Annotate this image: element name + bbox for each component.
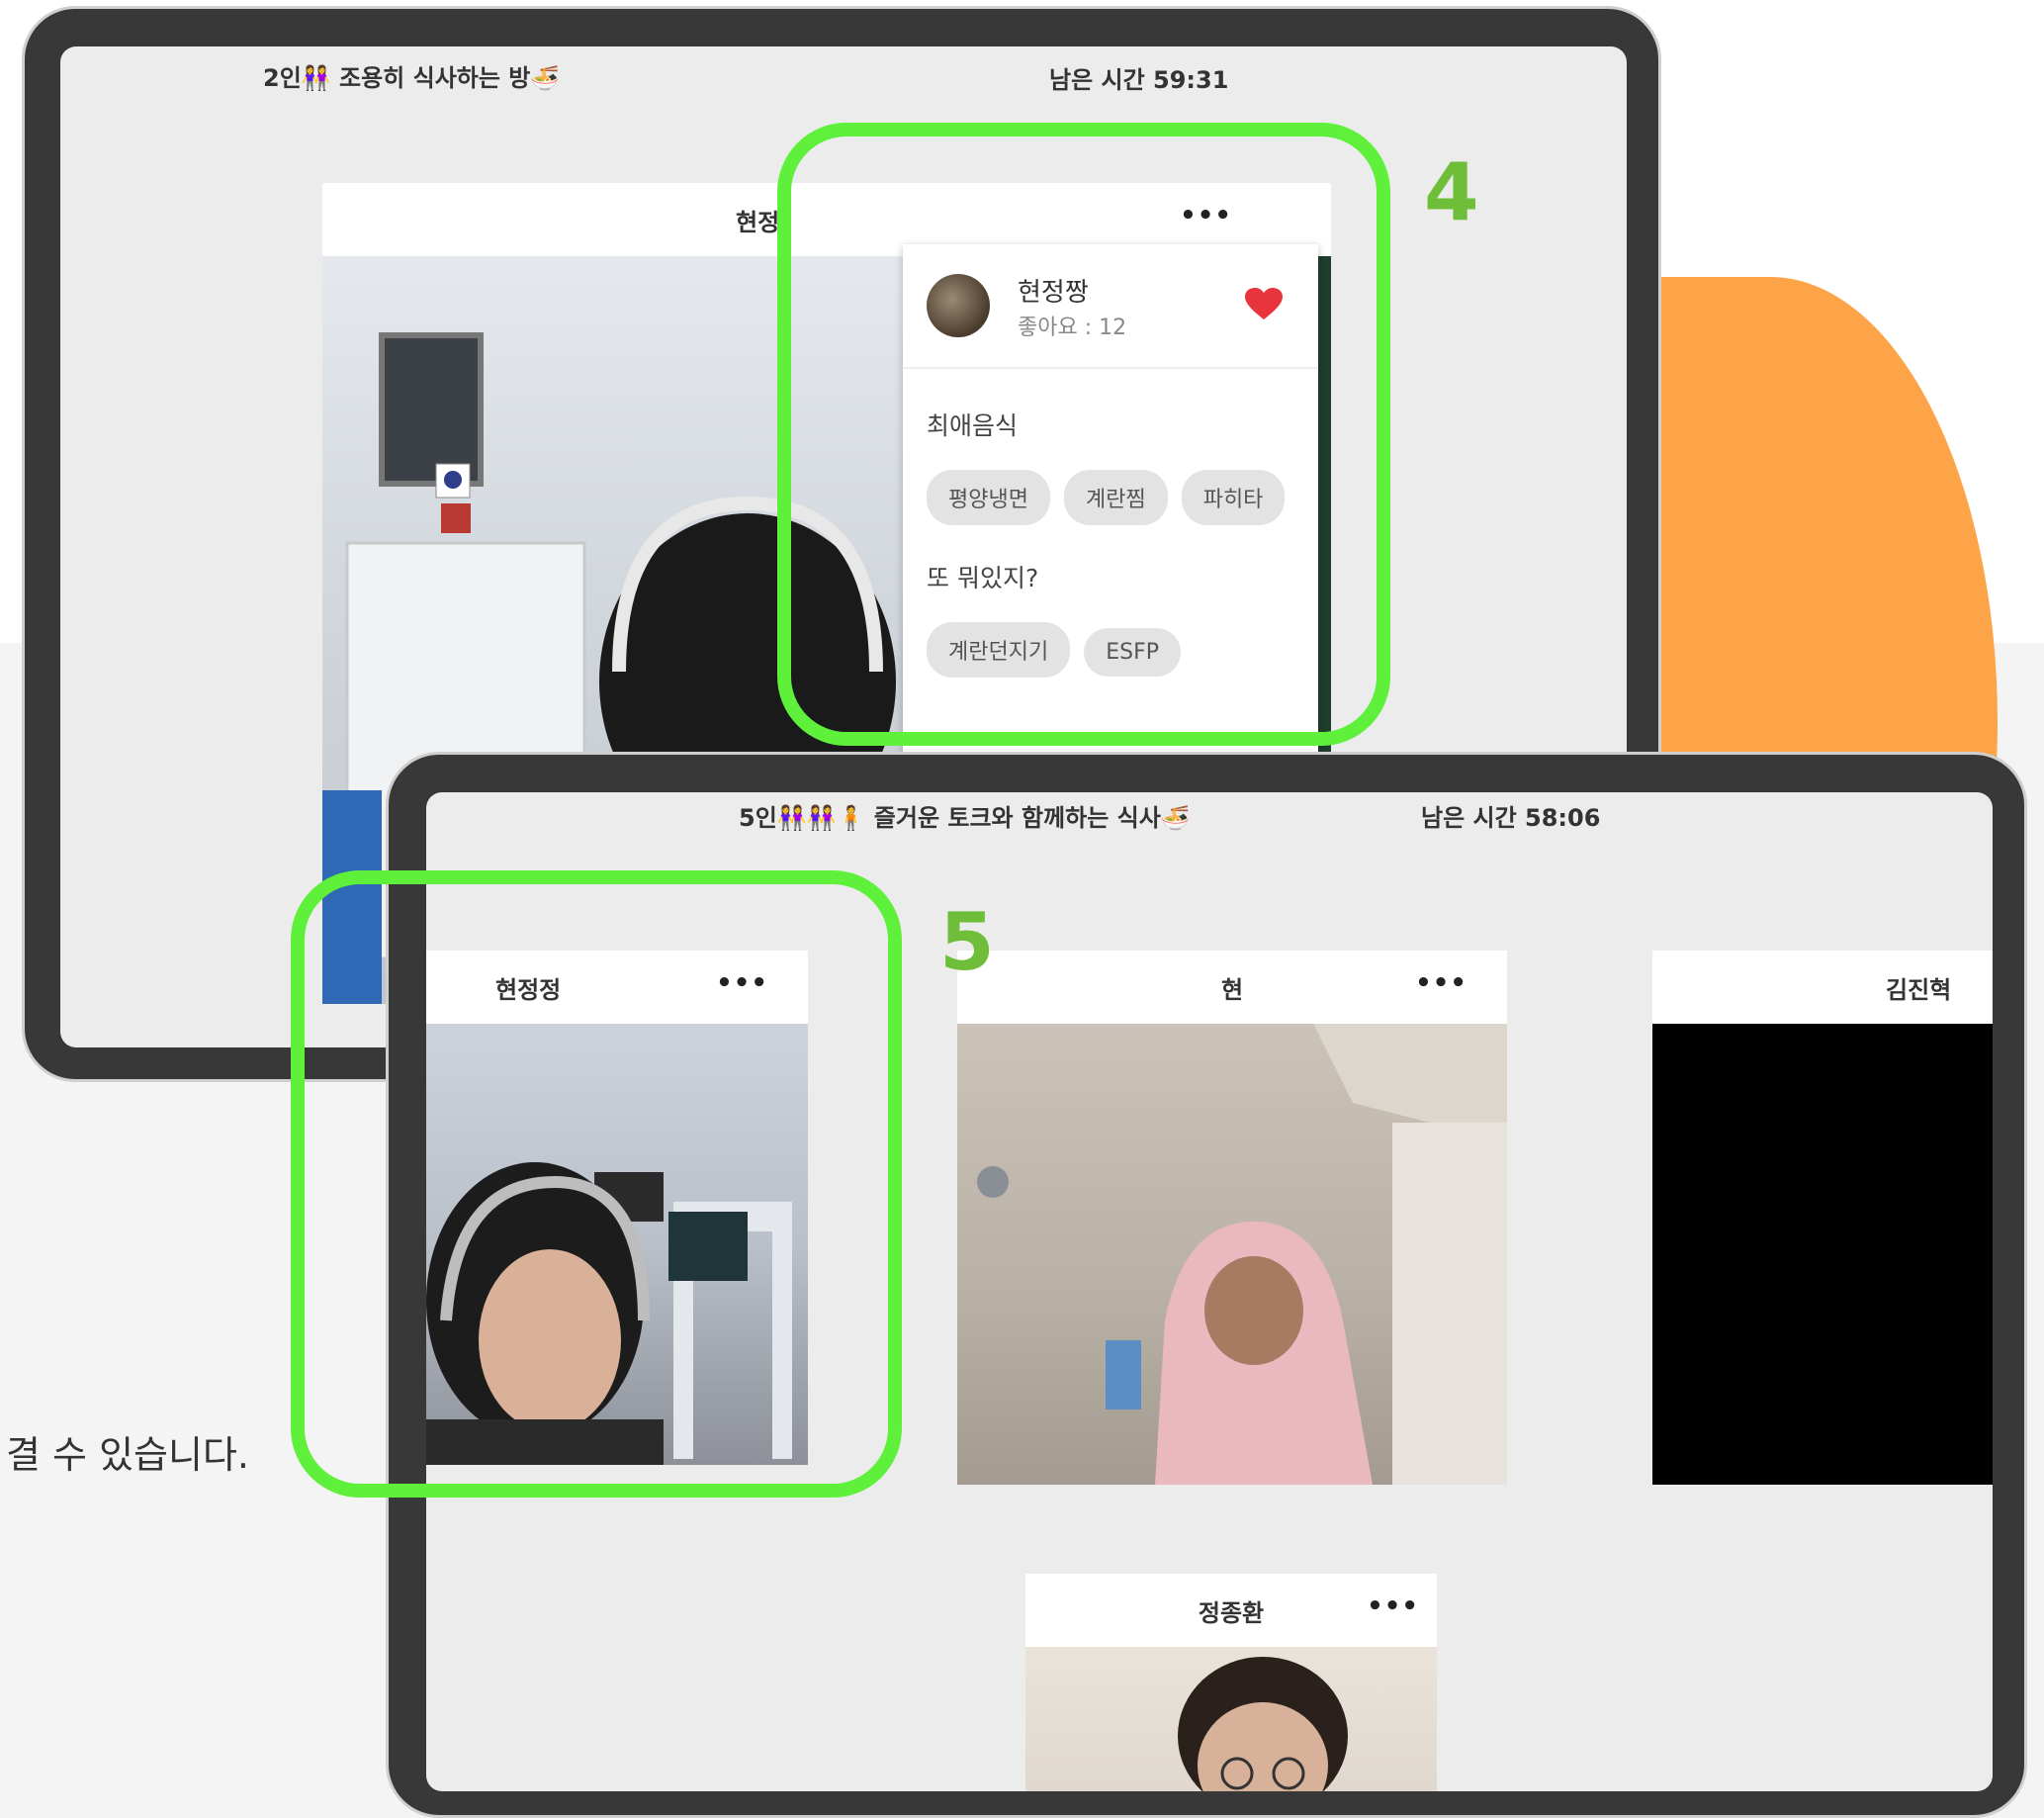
participant-name: 김진혁 (1886, 975, 1952, 1004)
hoodie-scene-illustration (957, 1024, 1507, 1485)
remaining-time: 남은 시간 58:06 (1421, 804, 1601, 832)
video-tile: 현 ••• (957, 951, 1507, 1485)
step-number-4: 4 (1424, 146, 1479, 238)
person-face (1204, 1256, 1303, 1365)
video-feed (1025, 1647, 1437, 1791)
video-feed (957, 1024, 1507, 1485)
wall-frame (379, 332, 484, 487)
highlight-box-5 (291, 870, 902, 1498)
poster (1106, 1340, 1141, 1409)
speaker-cone (444, 471, 462, 489)
showcase-stage: 결 수 있습니다. 2인👭 조용히 식사하는 방🍜 남은 시간 59:31 현정… (0, 0, 2044, 1818)
video-tile: 김진혁 (1652, 951, 1993, 1485)
remaining-time: 남은 시간 59:31 (1049, 66, 1229, 94)
shelf-item (441, 503, 471, 533)
more-options-button[interactable]: ••• (1367, 1591, 1419, 1621)
participant-name: 현정 (736, 208, 780, 236)
wall-clock (977, 1166, 1009, 1198)
highlight-box-4 (777, 123, 1390, 746)
video-tile: 정종환 ••• (1025, 1574, 1437, 1791)
participant-name: 현 (1220, 975, 1244, 1004)
room-title: 5인👭👭🧍 즐거운 토크와 함께하는 식사🍜 (739, 804, 1191, 832)
room-title: 2인👭 조용히 식사하는 방🍜 (263, 64, 561, 92)
person-scene-illustration (1178, 1657, 1348, 1791)
more-options-button[interactable]: ••• (1415, 968, 1467, 998)
curtain (1392, 1123, 1507, 1485)
caption-text: 결 수 있습니다. (6, 1433, 249, 1477)
video-feed-off (1652, 1024, 1993, 1485)
participant-name: 정종환 (1198, 1598, 1265, 1627)
step-number-5: 5 (939, 896, 995, 988)
tile-header: 김진혁 (1652, 951, 1993, 1024)
